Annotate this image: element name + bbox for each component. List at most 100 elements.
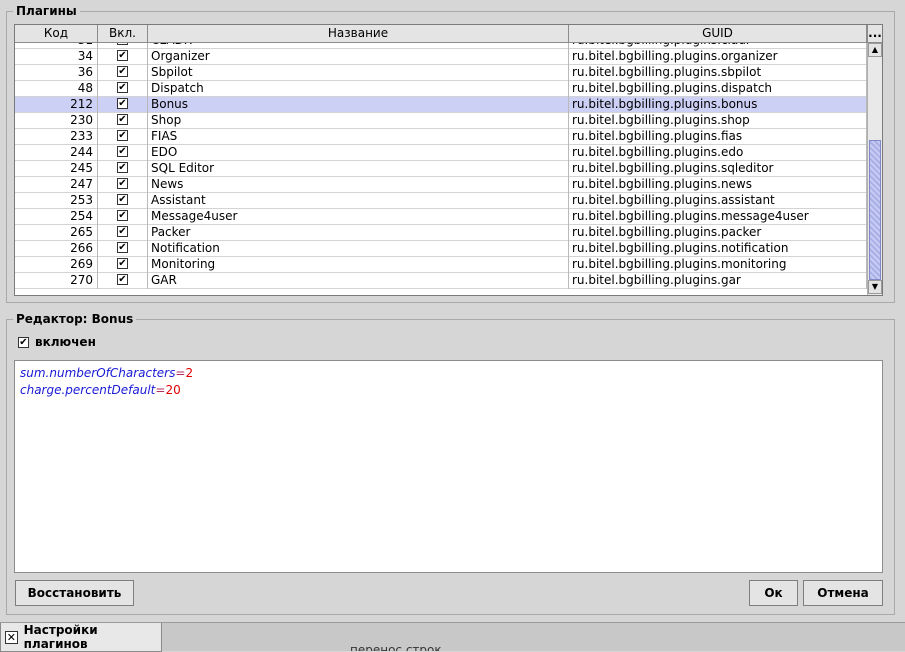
row-enabled-checkbox[interactable]: ✔ (117, 178, 128, 189)
cell-code: 230 (15, 113, 98, 129)
table-row[interactable]: 244 ✔ EDO ru.bitel.bgbilling.plugins.edo (15, 145, 867, 161)
cell-enabled: ✔ (98, 49, 148, 65)
row-enabled-checkbox[interactable]: ✔ (117, 50, 128, 61)
enabled-checkbox-row[interactable]: ✔ включен (18, 335, 96, 349)
table-row[interactable]: 266 ✔ Notification ru.bitel.bgbilling.plugi… (15, 241, 867, 257)
table-row[interactable]: 36 ✔ Sbpilot ru.bitel.bgbilling.plugins.sbp… (15, 65, 867, 81)
cell-enabled: ✔ (98, 193, 148, 209)
cell-enabled: ✔ (98, 129, 148, 145)
table-row[interactable]: 254 ✔ Message4user ru.bitel.bgbilling.plugi… (15, 209, 867, 225)
tab-bar: ✕ Настройки плагинов (0, 622, 905, 652)
restore-button[interactable]: Восстановить (15, 580, 134, 606)
cell-name: Sbpilot (148, 65, 569, 81)
cell-enabled: ✔ (98, 65, 148, 81)
cell-name: News (148, 177, 569, 193)
tab-label: Настройки плагинов (23, 623, 98, 651)
enabled-checkbox[interactable]: ✔ (18, 336, 29, 348)
column-header-name[interactable]: Название (148, 25, 569, 43)
column-header-enabled[interactable]: Вкл. (98, 25, 148, 43)
table-row[interactable]: 265 ✔ Packer ru.bitel.bgbilling.plugins.pac… (15, 225, 867, 241)
table-row[interactable]: 245 ✔ SQL Editor ru.bitel.bgbilling.plugins… (15, 161, 867, 177)
cell-code: 265 (15, 225, 98, 241)
vertical-scrollbar[interactable]: ▲ ▼ (867, 43, 882, 295)
column-chooser-button[interactable]: ... (867, 25, 882, 43)
cell-enabled: ✔ (98, 241, 148, 257)
cell-name: Shop (148, 113, 569, 129)
cell-enabled: ✔ (98, 113, 148, 129)
cell-code: 48 (15, 81, 98, 97)
row-enabled-checkbox[interactable]: ✔ (117, 98, 128, 109)
cell-name: Bonus (148, 97, 569, 113)
cell-enabled: ✔ (98, 97, 148, 113)
config-key: sum.numberOfCharacters (20, 366, 176, 380)
cell-name: Dispatch (148, 81, 569, 97)
cell-enabled: ✔ (98, 145, 148, 161)
scroll-up-icon[interactable]: ▲ (868, 43, 882, 57)
row-enabled-checkbox[interactable]: ✔ (117, 43, 128, 45)
cell-code: 245 (15, 161, 98, 177)
tab-plugin-settings[interactable]: ✕ Настройки плагинов (0, 623, 162, 652)
cell-guid: ru.bitel.bgbilling.plugins.gar (569, 273, 867, 289)
cell-code: 233 (15, 129, 98, 145)
table-row[interactable]: 34 ✔ Organizer ru.bitel.bgbilling.plugins.o… (15, 49, 867, 65)
editor-group-title: Редактор: Bonus (13, 312, 137, 326)
row-enabled-checkbox[interactable]: ✔ (117, 274, 128, 285)
table-row[interactable]: 269 ✔ Monitoring ru.bitel.bgbilling.plugins… (15, 257, 867, 273)
table-row[interactable]: 212 ✔ Bonus ru.bitel.bgbilling.plugins.bonu… (15, 97, 867, 113)
config-value: 2 (185, 366, 194, 380)
cell-guid: ru.bitel.bgbilling.plugins.packer (569, 225, 867, 241)
row-enabled-checkbox[interactable]: ✔ (117, 82, 128, 93)
row-enabled-checkbox[interactable]: ✔ (117, 242, 128, 253)
cell-code: 247 (15, 177, 98, 193)
row-enabled-checkbox[interactable]: ✔ (117, 210, 128, 221)
cell-name: Organizer (148, 49, 569, 65)
cell-guid: ru.bitel.bgbilling.plugins.news (569, 177, 867, 193)
cell-name: Notification (148, 241, 569, 257)
cell-enabled: ✔ (98, 209, 148, 225)
scroll-down-icon[interactable]: ▼ (868, 280, 882, 294)
cell-code: 212 (15, 97, 98, 113)
cell-guid: ru.bitel.bgbilling.plugins.sbpilot (569, 65, 867, 81)
cell-guid: ru.bitel.bgbilling.plugins.notification (569, 241, 867, 257)
table-row[interactable]: 48 ✔ Dispatch ru.bitel.bgbilling.plugins.di… (15, 81, 867, 97)
background-text: перенос строк (350, 644, 442, 651)
table-body: 31✔CLADRru.bitel.bgbilling.plugins.cladr… (15, 43, 867, 295)
config-editor[interactable]: sum.numberOfCharacters=2 charge.percentD… (14, 360, 883, 573)
row-enabled-checkbox[interactable]: ✔ (117, 114, 128, 125)
row-enabled-checkbox[interactable]: ✔ (117, 194, 128, 205)
table-row[interactable]: 247 ✔ News ru.bitel.bgbilling.plugins.news (15, 177, 867, 193)
row-enabled-checkbox[interactable]: ✔ (117, 146, 128, 157)
table-row[interactable]: 233 ✔ FIAS ru.bitel.bgbilling.plugins.fias (15, 129, 867, 145)
cell-code: 244 (15, 145, 98, 161)
table-header: Код Вкл. Название GUID ... (15, 25, 882, 43)
row-enabled-checkbox[interactable]: ✔ (117, 162, 128, 173)
cancel-button[interactable]: Отмена (803, 580, 883, 606)
cell-code: 36 (15, 65, 98, 81)
row-enabled-checkbox[interactable]: ✔ (117, 130, 128, 141)
cell-guid: ru.bitel.bgbilling.plugins.monitoring (569, 257, 867, 273)
column-header-guid[interactable]: GUID (569, 25, 867, 43)
ok-button[interactable]: Ок (749, 580, 798, 606)
scrollbar-thumb[interactable] (869, 140, 881, 280)
cell-name: Packer (148, 225, 569, 241)
cell-name: GAR (148, 273, 569, 289)
column-header-code[interactable]: Код (15, 25, 98, 43)
cell-name: Message4user (148, 209, 569, 225)
cell-code: 269 (15, 257, 98, 273)
close-icon[interactable]: ✕ (5, 630, 18, 644)
table-rows: 31✔CLADRru.bitel.bgbilling.plugins.cladr… (15, 43, 867, 289)
cell-code: 253 (15, 193, 98, 209)
cell-guid: ru.bitel.bgbilling.plugins.sqleditor (569, 161, 867, 177)
cell-code: 270 (15, 273, 98, 289)
cell-guid: ru.bitel.bgbilling.plugins.bonus (569, 97, 867, 113)
table-row[interactable]: 230 ✔ Shop ru.bitel.bgbilling.plugins.shop (15, 113, 867, 129)
table-row[interactable]: 270 ✔ GAR ru.bitel.bgbilling.plugins.gar (15, 273, 867, 289)
cell-code: 266 (15, 241, 98, 257)
row-enabled-checkbox[interactable]: ✔ (117, 66, 128, 77)
cell-guid: ru.bitel.bgbilling.plugins.assistant (569, 193, 867, 209)
row-enabled-checkbox[interactable]: ✔ (117, 258, 128, 269)
table-row[interactable]: 253 ✔ Assistant ru.bitel.bgbilling.plugins.… (15, 193, 867, 209)
row-enabled-checkbox[interactable]: ✔ (117, 226, 128, 237)
cell-guid: ru.bitel.bgbilling.plugins.organizer (569, 49, 867, 65)
cell-guid: ru.bitel.bgbilling.plugins.dispatch (569, 81, 867, 97)
